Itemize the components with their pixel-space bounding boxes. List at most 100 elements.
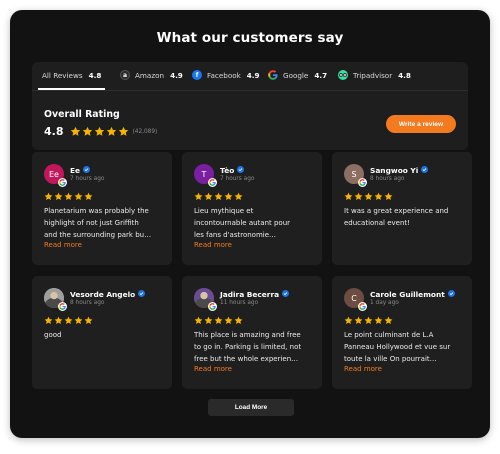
tab-amazon[interactable]: a Amazon 4.9 xyxy=(120,62,183,88)
tab-label: Amazon xyxy=(135,70,165,80)
star-icon xyxy=(82,126,92,136)
verified-icon xyxy=(138,290,146,299)
star-icon xyxy=(84,192,93,200)
review-time: 11 hours ago xyxy=(220,300,259,306)
star-icon xyxy=(214,316,223,324)
star-icon xyxy=(64,192,73,200)
avatar-initial: Ee xyxy=(49,169,59,179)
reviewer-name: Tèo xyxy=(220,166,235,175)
review-text-line: incontournable autant pour xyxy=(194,219,291,227)
reviewer-name-row: Jadira Becerra xyxy=(220,290,290,299)
tab-facebook[interactable]: f Facebook 4.9 xyxy=(192,62,260,88)
tab-label: Facebook xyxy=(207,70,241,80)
star-icon xyxy=(234,192,243,200)
review-text: Le point culminant de L.A Panneau Hollywo… xyxy=(344,329,462,365)
tab-rating: 4.9 xyxy=(246,70,260,80)
review-stars xyxy=(44,316,93,325)
tab-rating: 4.8 xyxy=(398,70,411,80)
reviewer-name-row: Ee xyxy=(70,166,91,175)
tab-rating: 4.7 xyxy=(314,70,328,80)
verified-icon xyxy=(83,166,91,175)
star-icon xyxy=(54,316,63,324)
star-icon xyxy=(64,316,73,324)
review-text-line: It was a great experience and xyxy=(344,207,449,215)
review-time: 8 hours ago xyxy=(70,300,105,306)
verified-icon xyxy=(237,166,245,175)
verified-icon xyxy=(447,290,455,299)
review-card: Vesorde Angelo 8 hours ago good xyxy=(32,276,172,389)
verified-icon xyxy=(282,290,290,299)
review-stars xyxy=(44,192,93,201)
review-card: S Sangwoo Yi 8 hours ago It was a great exp… xyxy=(332,152,472,265)
star-icon xyxy=(344,192,353,200)
star-icon xyxy=(224,192,233,200)
reviewer-name: Vesorde Angelo xyxy=(70,290,136,299)
star-icon xyxy=(204,316,213,324)
review-text-line: Panneau Hollywood et vue sur xyxy=(344,343,451,351)
star-icon xyxy=(374,192,383,200)
star-icon xyxy=(194,316,203,324)
rating-summary-panel: All Reviews 4.8 a Amazon 4.9 f Facebook … xyxy=(32,62,468,150)
reviewer-name: Jadira Becerra xyxy=(220,290,280,299)
amazon-icon: a xyxy=(120,70,130,80)
star-icon xyxy=(84,316,93,324)
review-text-line: highlight of not just Griffith xyxy=(44,219,139,227)
review-count: (42,089) xyxy=(132,128,158,135)
star-icon xyxy=(70,126,80,136)
star-icon xyxy=(106,126,116,136)
overall-stars xyxy=(70,126,129,137)
star-icon xyxy=(374,316,383,324)
read-more-link[interactable]: Read more xyxy=(194,241,232,249)
star-icon xyxy=(384,316,393,324)
star-icon xyxy=(44,192,53,200)
avatar: C xyxy=(344,288,367,311)
review-text-line: les fans d'astronomie… xyxy=(194,231,277,239)
tab-all-reviews[interactable]: All Reviews 4.8 xyxy=(37,62,106,90)
tab-google[interactable]: Google 4.7 xyxy=(268,62,327,88)
star-icon xyxy=(364,316,373,324)
load-more-button[interactable]: Load More xyxy=(208,399,294,416)
review-stars xyxy=(194,316,243,325)
review-text-line: to go in. Parking is limited, not xyxy=(194,343,302,351)
write-review-button[interactable]: Write a review xyxy=(386,115,456,133)
review-text: good xyxy=(44,329,162,341)
review-text-line: good xyxy=(44,331,62,339)
google-icon xyxy=(358,178,367,187)
google-icon xyxy=(208,178,217,187)
tab-rating: 4.8 xyxy=(88,70,102,80)
avatar: S xyxy=(344,164,367,187)
reviewer-name: Sangwoo Yi xyxy=(370,166,419,175)
review-text-line: Lieu mythique et xyxy=(194,207,254,215)
facebook-icon: f xyxy=(192,70,202,80)
star-icon xyxy=(44,316,53,324)
review-time: 7 hours ago xyxy=(220,176,255,182)
reviewer-name-row: Tèo xyxy=(220,166,245,175)
review-card: C Carole Guillemont 1 day ago Le point culm… xyxy=(332,276,472,389)
overall-score: 4.8 xyxy=(44,125,64,138)
source-tabs: All Reviews 4.8 a Amazon 4.9 f Facebook … xyxy=(32,62,468,90)
star-icon xyxy=(354,316,363,324)
tab-label: Tripadvisor xyxy=(353,70,393,80)
star-icon xyxy=(384,192,393,200)
avatar-initial: S xyxy=(351,169,357,179)
read-more-link[interactable]: Read more xyxy=(344,365,382,373)
review-text-line: educational event! xyxy=(344,219,410,227)
read-more-link[interactable]: Read more xyxy=(194,365,232,373)
review-text: It was a great experience and educational… xyxy=(344,205,462,229)
verified-icon xyxy=(421,166,429,175)
tab-label: Google xyxy=(283,70,309,80)
google-icon xyxy=(208,302,217,311)
avatar: Ee xyxy=(44,164,67,187)
reviews-widget: What our customers say All Reviews 4.8 a… xyxy=(10,10,490,438)
star-icon xyxy=(74,192,83,200)
review-time: 8 hours ago xyxy=(370,176,405,182)
star-icon xyxy=(354,192,363,200)
avatar-initial: C xyxy=(351,293,357,303)
overall-rating-row: 4.8 (42,089) xyxy=(44,125,157,138)
star-icon xyxy=(224,316,233,324)
tab-tripadvisor[interactable]: Tripadvisor 4.8 xyxy=(338,62,411,88)
google-icon xyxy=(268,70,278,80)
review-text-line: toute la ville On pourrait… xyxy=(344,355,437,363)
star-icon xyxy=(118,126,128,136)
read-more-link[interactable]: Read more xyxy=(44,241,82,249)
